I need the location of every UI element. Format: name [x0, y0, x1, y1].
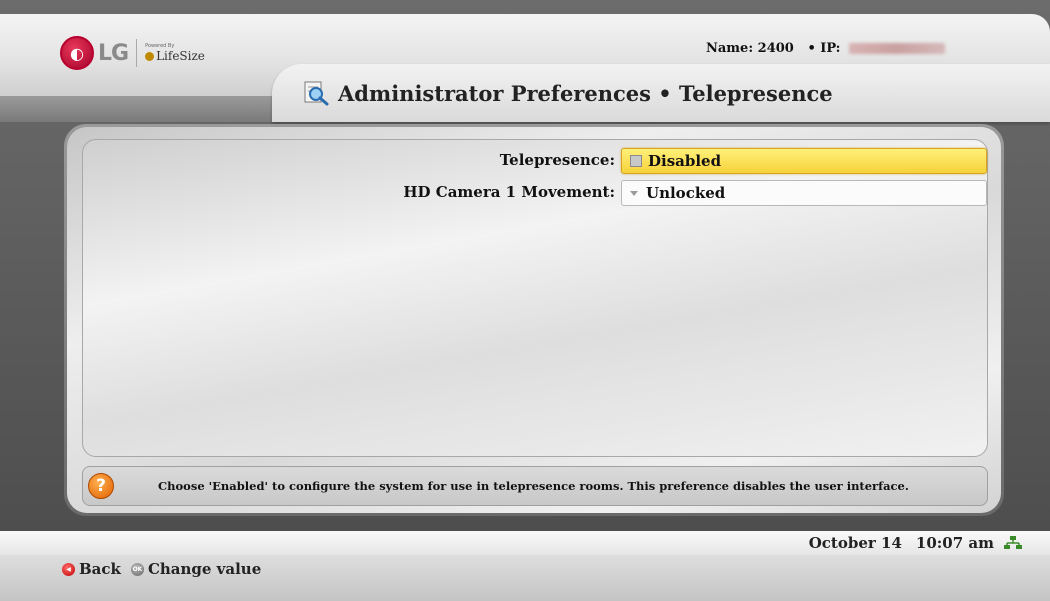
telepresence-toggle[interactable]: Disabled [621, 148, 987, 174]
ok-icon: OK [130, 562, 144, 576]
lg-logo-icon: ◐ [60, 36, 94, 70]
date-time: October 14 10:07 am [809, 534, 1022, 552]
setting-row-camera-movement: HD Camera 1 Movement: Unlocked [83, 178, 989, 206]
telepresence-value: Disabled [648, 152, 722, 170]
bottom-bar: ◀ Back OK Change value [0, 555, 1050, 601]
logo-divider [136, 39, 138, 67]
help-icon: ? [88, 473, 114, 499]
change-value-hint[interactable]: Change value [148, 560, 261, 578]
page-title: Administrator Preferences • Telepresence [302, 80, 833, 106]
setting-row-telepresence: Telepresence: Disabled [83, 146, 989, 174]
ip-label: • IP: [807, 41, 841, 56]
chevron-down-icon [630, 190, 638, 196]
logo: ◐ LG Powered By LifeSize [60, 36, 205, 70]
settings-panel-inner: Telepresence: Disabled HD Camera 1 Movem… [67, 127, 1001, 513]
system-info: Name: 2400 • IP: [706, 41, 945, 56]
partner-logo: LifeSize [145, 49, 205, 63]
brand-name: LG [98, 40, 129, 66]
camera-movement-select[interactable]: Unlocked [621, 180, 987, 206]
ip-value-redacted [849, 43, 945, 54]
camera-movement-value: Unlocked [646, 184, 726, 202]
partner-name: LifeSize [156, 49, 205, 63]
back-icon: ◀ [62, 562, 75, 576]
help-box: ? Choose 'Enabled' to configure the syst… [82, 466, 988, 506]
camera-movement-label: HD Camera 1 Movement: [403, 183, 615, 201]
powered-by: Powered By LifeSize [145, 43, 205, 63]
key-hints: ◀ Back OK Change value [62, 560, 261, 578]
status-bar: October 14 10:07 am [0, 531, 1050, 555]
settings-list: Telepresence: Disabled HD Camera 1 Movem… [82, 139, 988, 457]
time: 10:07 am [915, 534, 994, 552]
checkbox-icon [630, 155, 642, 167]
back-hint[interactable]: Back [79, 560, 121, 578]
telepresence-label: Telepresence: [499, 151, 615, 169]
name-value: 2400 [757, 41, 794, 56]
name-label: Name: [706, 41, 754, 56]
search-icon [304, 81, 329, 106]
network-icon [1004, 536, 1022, 549]
lifesize-icon [145, 52, 155, 61]
date: October 14 [808, 534, 902, 552]
page-title-text: Administrator Preferences • Telepresence [338, 80, 833, 106]
help-text: Choose 'Enabled' to configure the system… [158, 479, 909, 493]
settings-panel: Telepresence: Disabled HD Camera 1 Movem… [64, 124, 1004, 516]
